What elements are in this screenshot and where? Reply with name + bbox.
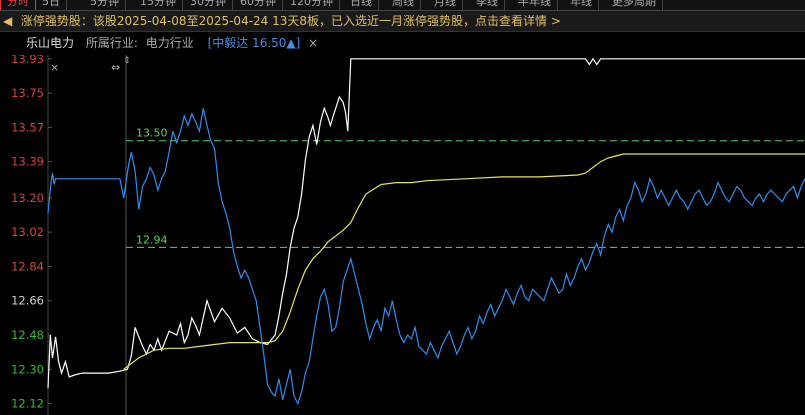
y-tick-label-1: 13.75 <box>11 86 44 100</box>
tab-period-4[interactable]: 30分钟 <box>184 0 233 10</box>
y-tick-label-4: 13.20 <box>11 191 44 205</box>
tab-period-2[interactable]: 5分钟 <box>84 0 126 10</box>
speaker-icon: ◀ <box>3 14 13 28</box>
tab-period-5[interactable]: 60分钟 <box>234 0 283 10</box>
resize-icon[interactable]: ⇔ <box>111 61 120 74</box>
sector-leader-link[interactable]: [中毅达 16.50▲] <box>208 36 301 50</box>
drag-handle-icon[interactable]: ⇕ <box>123 56 131 66</box>
stock-info-bar: 乐山电力 所属行业: 电力行业 [中毅达 16.50▲] × <box>0 32 805 54</box>
y-tick-label-2: 13.57 <box>11 120 44 134</box>
tab-period-13[interactable]: 更多周期 <box>606 0 663 10</box>
ref-line-label-1: 12.94 <box>136 233 168 246</box>
industry-value[interactable]: 电力行业 <box>146 36 194 50</box>
intraday-chart[interactable]: 13.93 13.75 13.57 13.39 13.20 13.02 12.84 12.66… <box>0 55 805 415</box>
tab-period-0[interactable]: 分时 <box>0 0 36 10</box>
tab-period-1[interactable]: 5日 <box>36 0 67 10</box>
period-tab-bar: 分时 5日 5分钟 15分钟 30分钟 60分钟 120分钟 日线 周线 月线 季线 半年线 年线 更多周… <box>0 0 805 11</box>
close-icon[interactable]: × <box>50 61 59 74</box>
tab-period-8[interactable]: 周线 <box>386 0 421 10</box>
stock-name: 乐山电力 <box>26 36 75 50</box>
limit-up-notice[interactable]: ◀ 涨停强势股：该股2025-04-08至2025-04-24 13天8板，已入… <box>0 11 805 32</box>
tab-period-9[interactable]: 月线 <box>428 0 463 10</box>
tab-period-10[interactable]: 季线 <box>470 0 505 10</box>
tab-period-6[interactable]: 120分钟 <box>284 0 340 10</box>
y-tick-label-6: 12.84 <box>11 259 44 273</box>
tab-period-3[interactable]: 15分钟 <box>134 0 183 10</box>
y-tick-label-5: 13.02 <box>11 225 44 239</box>
close-icon[interactable]: × <box>308 36 318 50</box>
industry-label: 所属行业: <box>85 36 138 50</box>
y-tick-label-9: 12.30 <box>11 362 44 376</box>
tab-period-11[interactable]: 半年线 <box>512 0 558 10</box>
tab-period-12[interactable]: 年线 <box>564 0 599 10</box>
y-tick-label-8: 12.48 <box>11 328 44 342</box>
chevron-right-icon[interactable]: > <box>551 14 561 28</box>
ref-line-label-0: 13.50 <box>136 127 168 140</box>
notice-text[interactable]: 涨停强势股：该股2025-04-08至2025-04-24 13天8板，已入选近… <box>21 14 547 28</box>
y-tick-label-3: 13.39 <box>11 155 44 169</box>
series-line-2 <box>47 108 805 406</box>
y-tick-label-10: 12.12 <box>11 397 44 411</box>
tab-period-7[interactable]: 日线 <box>344 0 379 10</box>
y-tick-label-0: 13.93 <box>11 55 44 66</box>
y-tick-label-7: 12.66 <box>11 294 44 308</box>
series-line-0 <box>47 57 805 389</box>
